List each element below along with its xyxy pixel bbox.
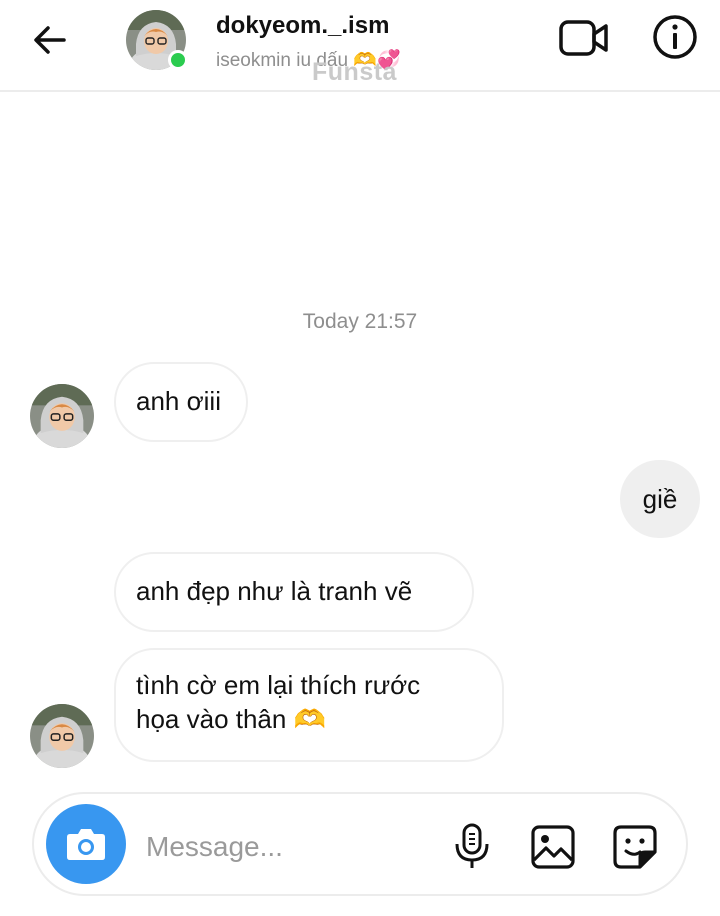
message-text: anh ơiii <box>136 386 221 416</box>
message-bubble-outgoing[interactable]: giề <box>620 460 700 538</box>
message-input[interactable] <box>144 824 408 870</box>
contact-username[interactable]: dokyeom._.ism <box>216 12 389 40</box>
message-text-line: tình cờ em lại thích rước <box>136 670 421 700</box>
online-status-dot <box>168 50 188 70</box>
contact-avatar[interactable] <box>126 10 188 70</box>
sender-avatar[interactable] <box>30 384 94 448</box>
conversation-timestamp: Today 21:57 <box>302 310 418 333</box>
image-gallery-icon[interactable] <box>530 824 576 870</box>
sticker-icon[interactable] <box>612 824 658 870</box>
message-bubble-incoming[interactable]: tình cờ em lại thích rước họa vào thân 🫶 <box>114 648 504 762</box>
camera-icon <box>67 829 105 860</box>
camera-button[interactable] <box>46 804 126 884</box>
sender-avatar[interactable] <box>30 704 94 768</box>
message-text: giề <box>642 484 678 514</box>
watermark-text: Funsta <box>312 58 397 86</box>
message-bubble-incoming[interactable]: anh đẹp như là tranh vẽ <box>114 552 474 632</box>
video-call-icon[interactable] <box>558 18 610 58</box>
message-text: anh đẹp như là tranh vẽ <box>136 576 413 606</box>
back-arrow-icon[interactable] <box>28 20 72 60</box>
message-text-line: họa vào thân 🫶 <box>136 704 326 734</box>
info-icon[interactable] <box>652 14 698 60</box>
message-composer <box>32 792 688 896</box>
chat-header: dokyeom._.ism iseokmin iu dấu 🫶💞 Funsta <box>0 0 720 92</box>
message-bubble-incoming[interactable]: anh ơiii <box>114 362 248 442</box>
microphone-icon[interactable] <box>452 822 492 870</box>
